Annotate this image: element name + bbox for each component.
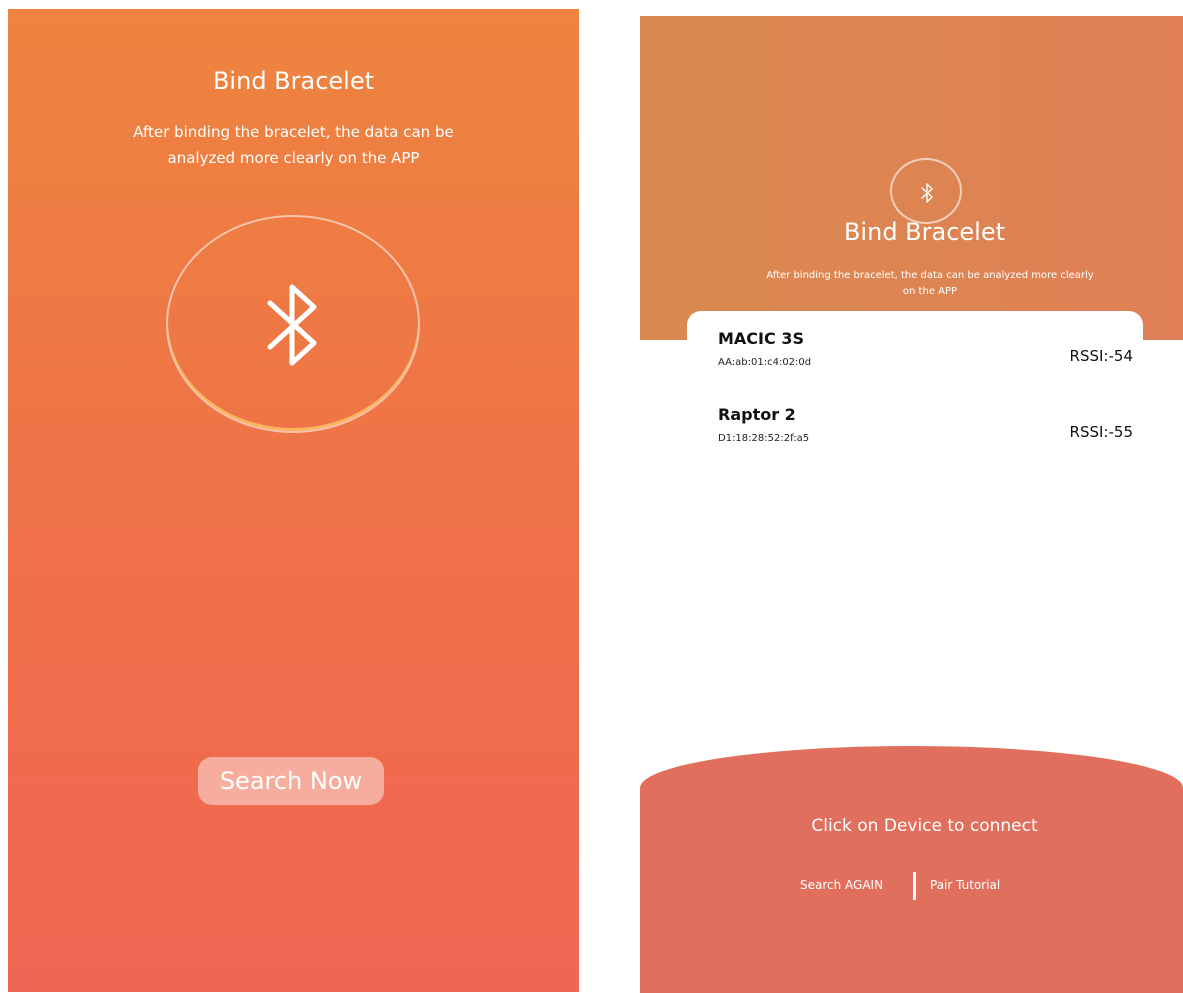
- connect-hint: Click on Device to connect: [811, 816, 1038, 836]
- device-mac: AA:ab:01:c4:02:0d: [718, 357, 812, 368]
- device-list: MACIC 3S AA:ab:01:c4:02:0d RSSI:-54 Rapt…: [687, 311, 1143, 731]
- device-rssi: RSSI:-54: [1069, 347, 1133, 365]
- header-panel: Bind Bracelet After binding the bracelet…: [640, 16, 1183, 340]
- page-subtitle: After binding the bracelet, the data can…: [766, 270, 1094, 297]
- page-subtitle: After binding the bracelet, the data can…: [133, 123, 454, 167]
- bluetooth-badge: [890, 158, 962, 224]
- device-name: MACIC 3S: [718, 329, 804, 348]
- bottom-panel: Click on Device to connect Search AGAIN …: [640, 746, 1183, 993]
- device-name: Raptor 2: [718, 405, 796, 424]
- device-item-macic-3s[interactable]: MACIC 3S AA:ab:01:c4:02:0d RSSI:-54: [687, 329, 1147, 395]
- divider: [913, 872, 916, 900]
- bind-bracelet-screen: Bind Bracelet After binding the bracelet…: [8, 9, 579, 992]
- search-now-button[interactable]: Search Now: [198, 757, 384, 805]
- bottom-actions: Search AGAIN Pair Tutorial: [800, 872, 1060, 902]
- device-rssi: RSSI:-55: [1069, 423, 1133, 441]
- bluetooth-ring: [166, 215, 420, 433]
- device-mac: D1:18:28:52:2f:a5: [718, 433, 810, 444]
- page-title: Bind Bracelet: [212, 67, 375, 95]
- bluetooth-icon: [921, 183, 933, 203]
- bluetooth-icon: [267, 284, 317, 366]
- pair-tutorial-link[interactable]: Pair Tutorial: [930, 878, 1000, 892]
- device-item-raptor-2[interactable]: Raptor 2 D1:18:28:52:2f:a5 RSSI:-55: [687, 405, 1147, 471]
- search-again-link[interactable]: Search AGAIN: [800, 878, 883, 892]
- device-list-screen: Bind Bracelet After binding the bracelet…: [640, 16, 1183, 993]
- page-title: Bind Bracelet: [843, 218, 1006, 246]
